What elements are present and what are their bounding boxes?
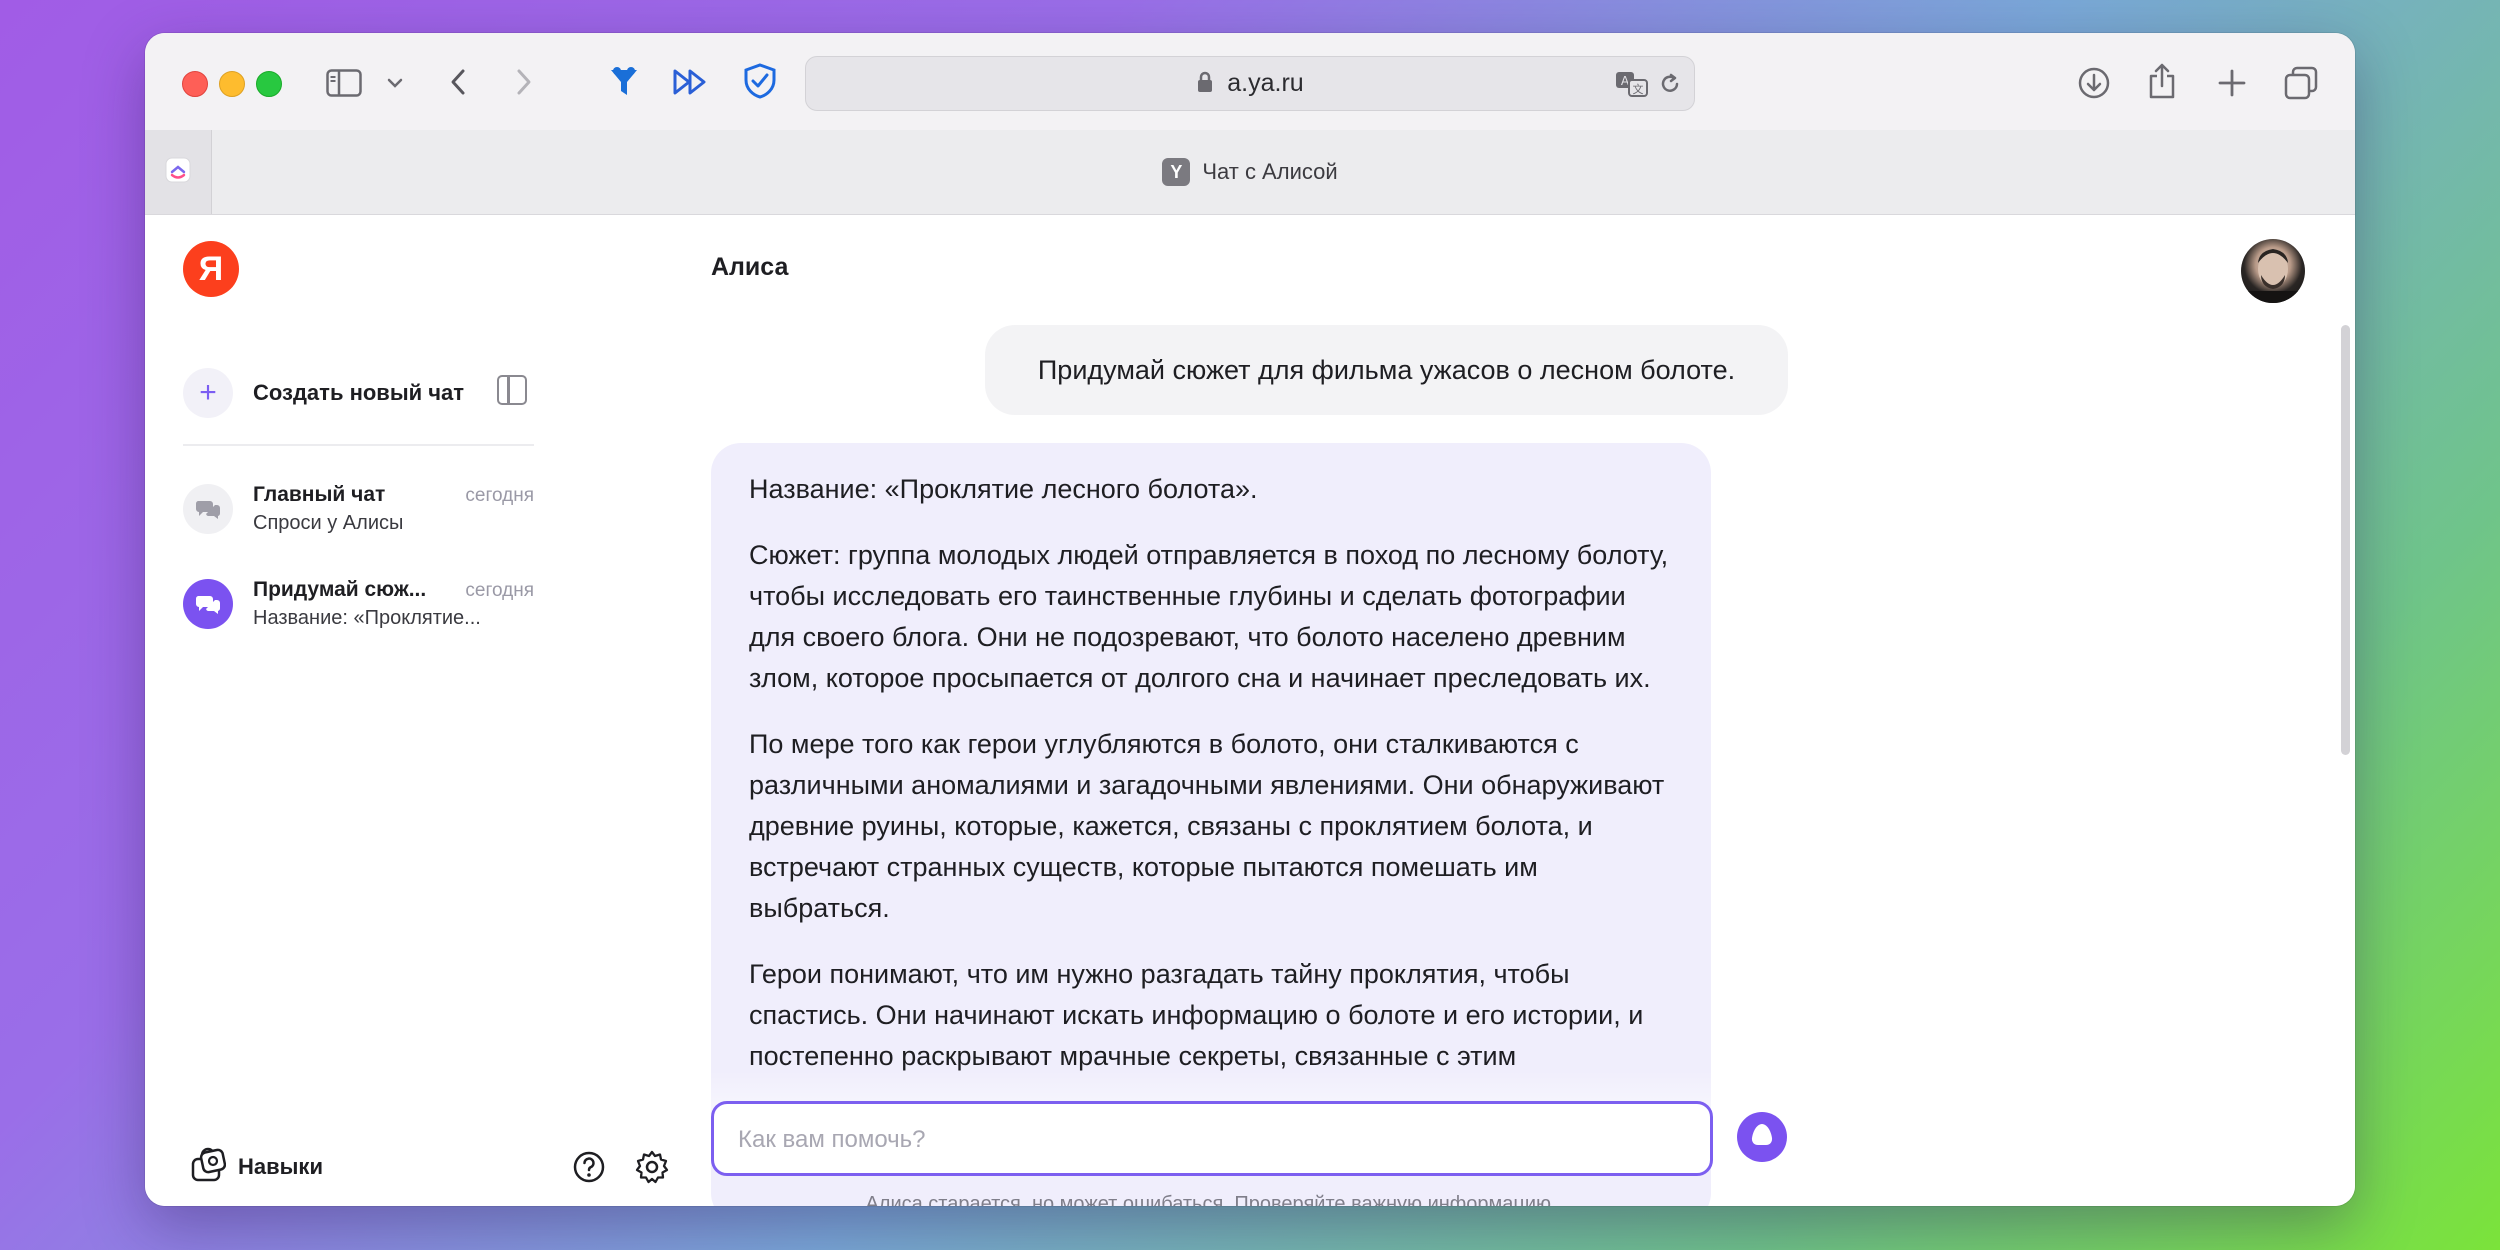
alice-voice-button[interactable] xyxy=(1737,1112,1787,1162)
url-text: a.ya.ru xyxy=(806,57,1694,110)
chat-bubble-icon xyxy=(183,579,233,629)
tab-bar: Y Чат с Алисой xyxy=(145,130,2355,215)
chat-header-title: Алиса xyxy=(711,253,789,281)
back-arrow-icon[interactable] xyxy=(445,65,471,99)
active-tab[interactable]: Y Чат с Алисой xyxy=(145,130,2355,214)
chat-subtitle: Спроси у Алисы xyxy=(253,512,404,534)
forward-arrow-icon[interactable] xyxy=(511,65,537,99)
lock-icon xyxy=(1196,69,1227,97)
sidebar-toggle-icon[interactable] xyxy=(325,67,363,99)
message-input-container[interactable] xyxy=(711,1101,1713,1176)
extension-funnel-icon[interactable] xyxy=(605,63,643,101)
chat-bubble-icon xyxy=(183,484,233,534)
skills-button[interactable]: Навыки xyxy=(190,1147,323,1187)
tab-title-text: Чат с Алисой xyxy=(1202,159,1338,184)
sidebar-divider xyxy=(183,444,534,446)
user-message-text: Придумай сюжет для фильма ужасов о лесно… xyxy=(1037,355,1736,385)
assistant-paragraph: По мере того как герои углубляются в бол… xyxy=(749,729,1665,923)
chat-list-item[interactable]: Главный чат сегодня Спроси у Алисы xyxy=(183,480,534,540)
translate-icon[interactable]: A文 xyxy=(1614,69,1650,99)
chevron-down-icon[interactable] xyxy=(385,71,405,95)
user-message-bubble: Придумай сюжет для фильма ужасов о лесно… xyxy=(985,325,1788,415)
browser-window: a.ya.ru A文 Y Чат с Алисой Я + Создать но… xyxy=(145,33,2355,1206)
new-chat-label: Создать новый чат xyxy=(253,380,465,405)
browser-toolbar: a.ya.ru A文 xyxy=(145,33,2355,131)
assistant-paragraph: Герои понимают, что им нужно разгадать т… xyxy=(749,959,1644,1071)
chat-list-item-active[interactable]: Придумай сюж... сегодня Название: «Прокл… xyxy=(183,575,534,635)
chat-date: сегодня xyxy=(465,580,534,601)
close-window-button[interactable] xyxy=(182,71,208,97)
yandex-favicon-icon: Y xyxy=(1162,158,1191,186)
assistant-message-text: Название: «Проклятие лесного болота». Сю… xyxy=(749,469,1679,1102)
alice-icon xyxy=(1748,1121,1776,1154)
tab-overview-icon[interactable] xyxy=(2281,63,2321,103)
svg-text:文: 文 xyxy=(1633,82,1644,96)
new-chat-button[interactable]: + Создать новый чат xyxy=(183,365,464,421)
skills-label: Навыки xyxy=(238,1154,323,1179)
download-icon[interactable] xyxy=(2075,64,2113,102)
scrollbar-thumb[interactable] xyxy=(2341,325,2350,755)
shield-check-icon[interactable] xyxy=(741,61,779,101)
disclaimer-text: Алиса старается, но может ошибаться. Про… xyxy=(865,1193,1557,1206)
skills-icon xyxy=(190,1147,227,1188)
minimize-window-button[interactable] xyxy=(219,71,245,97)
help-icon[interactable] xyxy=(571,1149,607,1185)
assistant-paragraph: Сюжет: группа молодых людей отправляется… xyxy=(749,540,1669,693)
zoom-window-button[interactable] xyxy=(256,71,282,97)
user-avatar[interactable] xyxy=(2241,239,2305,303)
plus-icon: + xyxy=(183,368,233,418)
chat-title: Придумай сюж... xyxy=(253,578,427,601)
chat-title: Главный чат xyxy=(253,483,386,506)
message-input[interactable] xyxy=(736,1104,1680,1175)
collapse-sidebar-icon[interactable] xyxy=(497,375,527,405)
settings-gear-icon[interactable] xyxy=(634,1149,670,1185)
assistant-paragraph: Название: «Проклятие лесного болота». xyxy=(749,474,1258,504)
chat-date: сегодня xyxy=(465,485,534,506)
yandex-logo[interactable]: Я xyxy=(183,241,239,297)
chat-subtitle: Название: «Проклятие... xyxy=(253,607,481,629)
address-bar[interactable]: a.ya.ru A文 xyxy=(805,56,1695,111)
share-icon[interactable] xyxy=(2143,61,2181,101)
page-content: Я + Создать новый чат Главный чат сегодн… xyxy=(145,215,2355,1206)
new-tab-plus-icon[interactable] xyxy=(2213,64,2251,102)
fast-forward-extension-icon[interactable] xyxy=(671,63,711,101)
reload-icon[interactable] xyxy=(1656,70,1684,98)
